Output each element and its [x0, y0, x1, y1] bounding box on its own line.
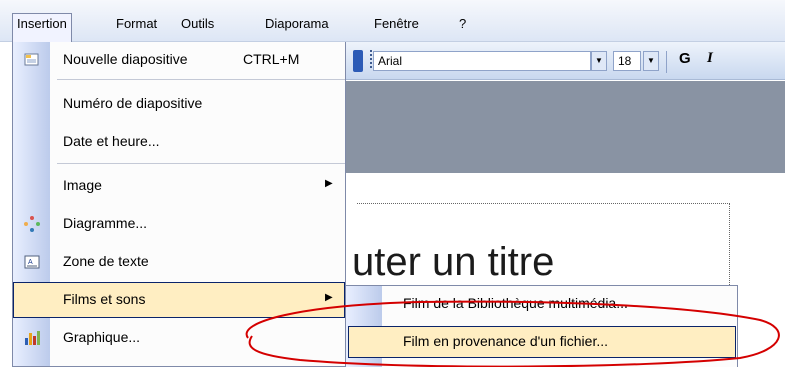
new-slide-icon [23, 51, 41, 69]
insertion-menu: Nouvelle diapositive CTRL+M Numéro de di… [12, 42, 346, 367]
menu-item-label: Image [63, 177, 102, 193]
menu-insertion[interactable]: Insertion [12, 13, 72, 43]
menu-item-label: Date et heure... [63, 133, 160, 149]
svg-text:A: A [28, 259, 33, 266]
font-size-field[interactable]: 18 [613, 51, 641, 71]
submenu-item-film-fichier[interactable]: Film en provenance d'un fichier... [348, 326, 736, 358]
films-sons-submenu: Film de la Bibliothèque multimédia... Fi… [345, 285, 738, 367]
submenu-arrow-icon: ▶ [325, 292, 333, 303]
menu-fenetre[interactable]: Fenêtre [371, 14, 422, 36]
menu-item-nouvelle-diapositive[interactable]: Nouvelle diapositive CTRL+M [13, 42, 345, 78]
toolbar-options-button[interactable] [353, 50, 363, 72]
menu-item-diagramme[interactable]: Diagramme... [13, 206, 345, 242]
menu-item-date-heure[interactable]: Date et heure... [13, 124, 345, 160]
font-name-field[interactable]: Arial [373, 51, 591, 71]
bold-button[interactable]: G [679, 50, 691, 67]
menu-item-zone-texte[interactable]: A Zone de texte [13, 244, 345, 280]
menu-item-label: Zone de texte [63, 253, 149, 269]
submenu-item-label: Film en provenance d'un fichier... [403, 333, 609, 349]
menu-diaporama[interactable]: Diaporama [262, 14, 332, 36]
slide-title-text[interactable]: uter un titre [352, 240, 554, 284]
menu-item-label: Numéro de diapositive [63, 95, 203, 111]
menu-item-image[interactable]: Image ▶ [13, 168, 345, 204]
menu-item-films-sons[interactable]: Films et sons ▶ [13, 282, 345, 318]
menu-format[interactable]: Format [113, 14, 160, 36]
menu-item-shortcut: CTRL+M [243, 51, 300, 67]
text-box-icon: A [23, 253, 41, 271]
chart-icon [23, 329, 41, 347]
menu-item-label: Films et sons [63, 291, 146, 307]
italic-button[interactable]: I [707, 50, 713, 67]
font-name-dropdown-icon[interactable]: ▼ [591, 51, 607, 71]
diagram-icon [23, 215, 41, 233]
menu-separator [57, 79, 345, 80]
submenu-item-label: Film de la Bibliothèque multimédia... [403, 295, 628, 311]
submenu-item-film-bibliotheque[interactable]: Film de la Bibliothèque multimédia... [348, 288, 736, 320]
menu-help[interactable]: ? [456, 14, 469, 36]
menu-item-label: Graphique... [63, 329, 141, 345]
menu-item-label: Nouvelle diapositive [63, 51, 188, 67]
menu-separator [57, 163, 345, 164]
menu-bar: Insertion Format Outils Diaporama Fenêtr… [0, 0, 785, 43]
workspace-background [345, 81, 785, 173]
menu-item-label: Diagramme... [63, 215, 148, 231]
submenu-arrow-icon: ▶ [325, 178, 333, 189]
toolbar-separator [666, 51, 667, 73]
menu-item-graphique[interactable]: Graphique... [13, 320, 345, 356]
formatting-toolbar: Arial ▼ 18 ▼ G I [345, 42, 785, 80]
menu-item-numero-diapositive[interactable]: Numéro de diapositive [13, 86, 345, 122]
menu-outils[interactable]: Outils [178, 14, 217, 36]
font-size-dropdown-icon[interactable]: ▼ [643, 51, 659, 71]
